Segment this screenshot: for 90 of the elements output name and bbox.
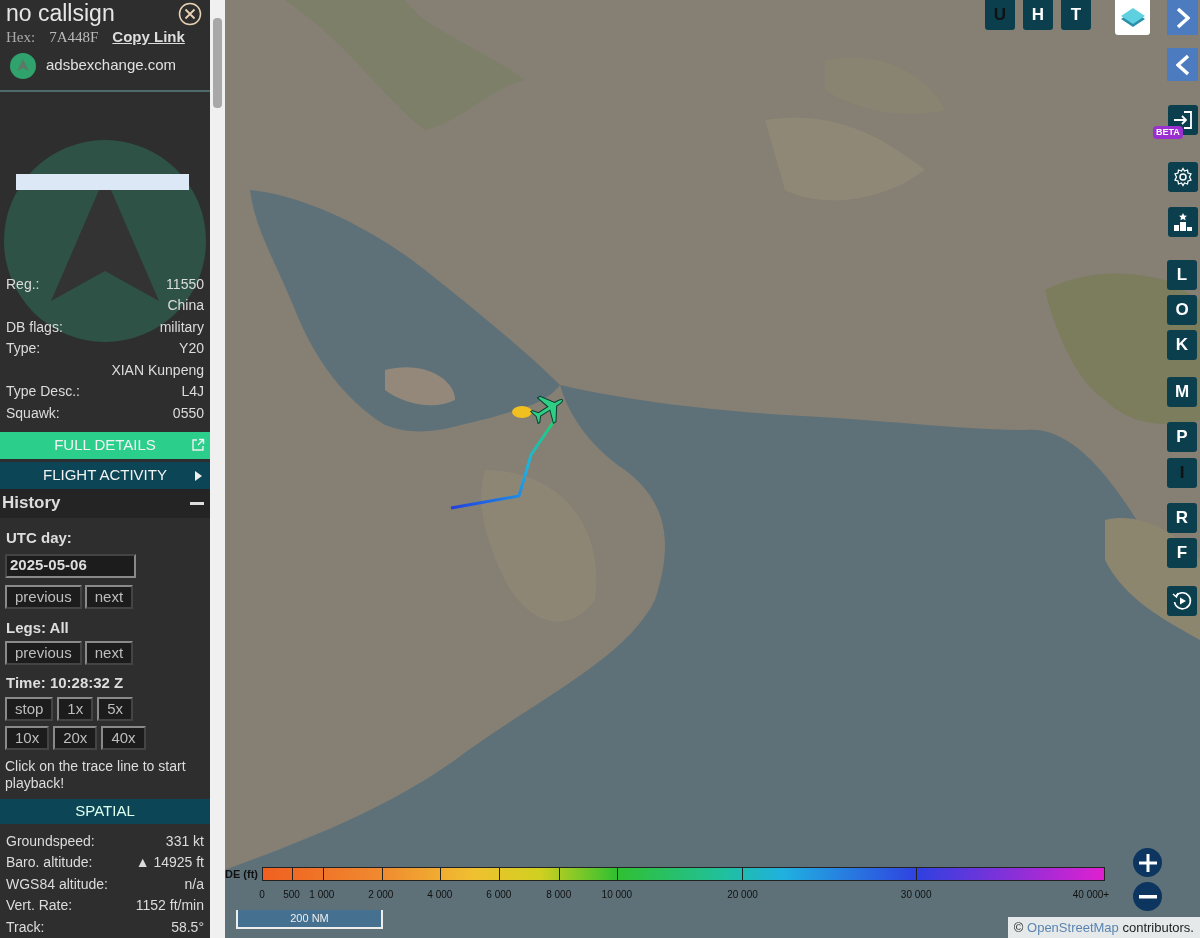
site-logo-icon (10, 52, 36, 79)
field-value: military (159, 317, 204, 337)
callsign-title: no callsign (6, 2, 115, 26)
caret-icon (195, 470, 202, 481)
chevron-right-icon (1175, 6, 1190, 29)
legend-tick-label: 0 (259, 887, 265, 902)
legend-tick-label: 10 000 (601, 887, 633, 902)
ranking-button[interactable] (1168, 207, 1198, 237)
legend-tick-label: 1 000 (309, 887, 335, 902)
field-label: Type: (6, 339, 41, 359)
flight-activity-button[interactable]: FLIGHT ACTIVITY (0, 461, 210, 489)
field-label: Squawk: (6, 403, 60, 423)
legend-tick-label: 8 000 (546, 887, 572, 902)
legend-tick-label: 2 000 (368, 887, 394, 902)
field-label: Vert. Rate: (6, 896, 73, 916)
legend-tick-label: 4 000 (427, 887, 453, 902)
copy-link[interactable]: Copy Link (112, 25, 185, 49)
field-value: 58.5° (171, 917, 204, 937)
date-field[interactable]: 2025-05-06 (5, 553, 136, 578)
sidebar-button[interactable]: 1x (57, 696, 94, 721)
hex-value: 7A448F (49, 27, 99, 47)
replay-button[interactable] (1167, 586, 1197, 616)
external-link-icon (191, 438, 205, 453)
legend-tick-label: 30 000 (900, 887, 932, 902)
legend-tick-label: 40 000+ (1072, 887, 1110, 902)
chevron-left-icon (1175, 53, 1190, 76)
settings-icon (1173, 167, 1193, 187)
field-value: XIAN Kunpeng (111, 360, 204, 380)
map-toggle-button[interactable]: F (1167, 538, 1197, 568)
legend-tick-label: 6 000 (486, 887, 512, 902)
map-toggle-button[interactable]: P (1167, 422, 1197, 452)
sidebar-button[interactable]: 10x (5, 725, 50, 750)
layers-button[interactable] (1115, 0, 1150, 35)
sidebar-button[interactable]: next (84, 640, 134, 665)
login-icon (1173, 111, 1193, 129)
sidebar-button[interactable]: stop (5, 696, 54, 721)
field-value: L4J (181, 382, 204, 402)
layers-icon (1119, 6, 1146, 29)
collapse-panel-button[interactable] (1167, 48, 1198, 81)
plus-icon (1138, 853, 1157, 872)
sidebar-button[interactable]: next (84, 584, 134, 609)
map-toggle-button[interactable]: H (1023, 0, 1053, 30)
site-name: adsbexchange.com (46, 55, 177, 76)
utc-day-label: UTC day: (6, 527, 73, 548)
podium-icon (1173, 212, 1193, 232)
field-label: Reg.: (6, 274, 40, 294)
close-icon[interactable] (178, 1, 202, 26)
map-toggle-button[interactable]: M (1167, 377, 1197, 407)
field-label: Type Desc.: (6, 382, 80, 402)
field-label: Groundspeed: (6, 831, 95, 851)
field-value: ▲ 14925 ft (135, 853, 204, 873)
hex-label: Hex: (6, 27, 36, 47)
legend-tick-label: 500 (283, 887, 300, 902)
attribution-text: © OpenStreetMap contributors. (1007, 917, 1200, 938)
field-label: Track: (6, 917, 45, 937)
minus-icon (1138, 894, 1157, 899)
field-label: DB flags: (6, 317, 63, 337)
sidebar-button[interactable]: 40x (101, 725, 146, 750)
map-toggle-button[interactable]: L (1167, 260, 1197, 290)
sidebar-button[interactable]: 20x (53, 725, 98, 750)
field-value: Y20 (179, 339, 204, 359)
map-toggle-button[interactable]: R (1167, 503, 1197, 533)
expand-panel-button[interactable] (1167, 0, 1198, 35)
time-label: Time: 10:28:32 Z (6, 672, 125, 692)
field-value: n/a (184, 874, 204, 894)
playback-hint: Click on the trace line to start playback! (5, 757, 187, 792)
legs-label: Legs: All (6, 617, 70, 637)
spatial-header: SPATIAL (0, 798, 210, 824)
sidebar-button[interactable]: 5x (97, 696, 134, 721)
field-value: 1152 ft/min (135, 896, 204, 916)
map-toggle-button[interactable]: O (1167, 295, 1197, 325)
legend-tick-label: 20 000 (727, 887, 758, 902)
map-toggle-button[interactable]: T (1061, 0, 1091, 30)
field-label: Baro. altitude: (6, 853, 93, 873)
scale-bar: 200 NM (236, 910, 383, 929)
beta-badge: BETA (1153, 126, 1183, 139)
airport-marker-icon (512, 406, 532, 418)
scrollbar[interactable] (210, 0, 225, 938)
settings-button[interactable] (1168, 162, 1198, 192)
legend-label: DE (ft) (225, 867, 259, 882)
field-value: 331 kt (165, 831, 204, 851)
field-value: 0550 (172, 403, 204, 423)
field-value: 11550 (166, 274, 204, 294)
sidebar-button[interactable]: previous (5, 640, 82, 665)
history-title: History (2, 492, 61, 515)
field-value: China (167, 296, 204, 316)
replay-icon (1172, 591, 1192, 611)
sidebar-button[interactable]: previous (5, 584, 82, 609)
map-toggle-button[interactable]: K (1167, 330, 1197, 360)
field-label: WGS84 altitude: (6, 874, 108, 894)
